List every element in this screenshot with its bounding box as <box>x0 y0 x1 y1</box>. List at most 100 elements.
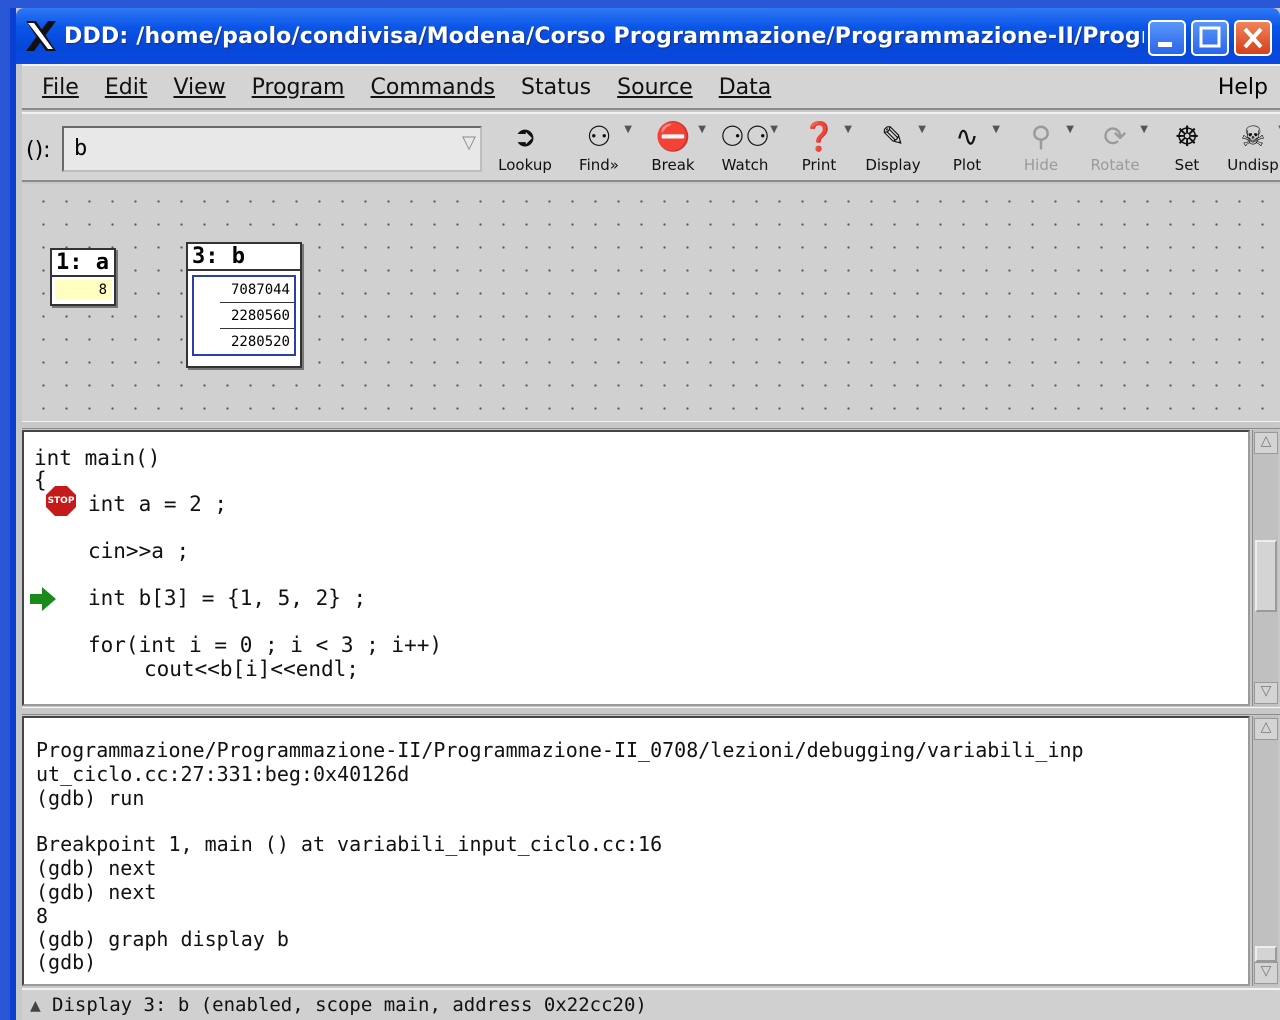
scroll-thumb[interactable] <box>1255 946 1277 962</box>
array-cell[interactable]: 7087044 <box>220 277 294 303</box>
minimize-button[interactable] <box>1148 20 1186 56</box>
set-label: Set <box>1174 156 1200 174</box>
console-scrollbar[interactable]: △ ▽ <box>1252 716 1278 986</box>
undisp-button[interactable]: ☠ Undisp ▼ <box>1218 118 1280 180</box>
status-text: Display 3: b (enabled, scope main, addre… <box>52 994 647 1016</box>
watch-menu-arrow-icon: ▼ <box>770 124 778 135</box>
close-button[interactable] <box>1234 20 1272 56</box>
find-button[interactable]: ⚇ Find» ▼ <box>564 118 634 180</box>
break-label: Break <box>651 156 695 174</box>
title-bar[interactable]: DDD: /home/paolo/condivisa/Modena/Corso … <box>16 8 1280 64</box>
display-button[interactable]: ✎ Display ▼ <box>858 118 928 180</box>
break-menu-arrow-icon: ▼ <box>698 124 706 135</box>
argument-field[interactable]: b <box>62 126 482 172</box>
console-line: (gdb) next <box>36 856 157 880</box>
display-label: Display <box>865 156 921 174</box>
console-line: ut_ciclo.cc:27:331:beg:0x40126d <box>36 762 410 786</box>
plot-menu-arrow-icon: ▼ <box>992 124 1000 135</box>
status-bar: ▲ Display 3: b (enabled, scope main, add… <box>22 988 1280 1020</box>
console-line: (gdb) next <box>36 880 157 904</box>
minimize-icon <box>1158 42 1172 47</box>
set-button[interactable]: ☸ Set <box>1152 118 1222 180</box>
source-line: int b[3] = {1, 5, 2} ; <box>88 586 367 610</box>
menu-source[interactable]: Source <box>617 75 693 100</box>
scroll-up-icon[interactable]: △ <box>1254 718 1278 740</box>
scroll-up-icon[interactable]: △ <box>1254 432 1278 454</box>
menu-program[interactable]: Program <box>252 75 345 100</box>
gdb-console[interactable]: Programmazione/Programmazione-II/Program… <box>22 716 1250 986</box>
menu-program-label: Program <box>251 74 345 100</box>
rotate-menu-arrow-icon: ▼ <box>1140 124 1148 135</box>
watch-label: Watch <box>721 156 769 174</box>
print-button[interactable]: ❓ Print ▼ <box>784 118 854 180</box>
console-line: 8 <box>36 904 49 928</box>
print-menu-arrow-icon: ▼ <box>844 124 852 135</box>
array-cell[interactable]: 2280520 <box>220 329 294 354</box>
source-line: { <box>34 468 47 492</box>
display-b[interactable]: 3: b 7087044 2280560 2280520 <box>186 242 302 368</box>
pane-sash-bottom[interactable] <box>22 707 1280 715</box>
source-line: int a = 2 ; <box>88 492 228 516</box>
menu-file[interactable]: File <box>42 75 79 100</box>
argument-label: (): <box>26 138 51 163</box>
toolbar: (): b ▽ ➲ Lookup ⚇ Find» ▼ ⛔ Break ▼ ⚆⚆ … <box>22 112 1280 182</box>
console-line: Breakpoint 1, main () at variabili_input… <box>36 832 663 856</box>
data-display-area[interactable]: 1: a 8 3: b 7087044 2280560 2280520 <box>22 184 1280 422</box>
plot-button[interactable]: ∿ Plot ▼ <box>932 118 1002 180</box>
menu-view-label: View <box>173 74 226 100</box>
menu-help[interactable]: Help <box>1218 75 1268 100</box>
menu-status[interactable]: Status <box>521 75 591 100</box>
lookup-button[interactable]: ➲ Lookup <box>490 118 560 180</box>
menu-source-label: Source <box>617 74 693 100</box>
maximize-icon <box>1199 26 1221 48</box>
display-b-header: 3: b <box>188 244 300 271</box>
print-label: Print <box>801 156 837 174</box>
menu-status-label: Status <box>521 74 592 100</box>
argument-dropdown-icon[interactable]: ▽ <box>458 132 480 166</box>
scroll-down-icon[interactable]: ▽ <box>1254 962 1278 984</box>
lookup-icon: ➲ <box>513 120 537 153</box>
close-icon <box>1243 27 1263 49</box>
hide-label: Hide <box>1023 156 1059 174</box>
maximize-button[interactable] <box>1191 20 1229 56</box>
source-line: cout<<b[i]<<endl; <box>144 657 359 681</box>
console-prompt[interactable]: (gdb) <box>36 950 96 974</box>
hide-button[interactable]: ⚲ Hide ▼ <box>1006 118 1076 180</box>
array-cell[interactable]: 2280560 <box>220 303 294 329</box>
undisp-label: Undisp <box>1227 156 1279 174</box>
menu-commands[interactable]: Commands <box>370 75 495 100</box>
lookup-label: Lookup <box>498 156 552 174</box>
menu-commands-label: Commands <box>370 74 496 100</box>
window-title: DDD: /home/paolo/condivisa/Modena/Corso … <box>64 23 1144 49</box>
console-line: (gdb) graph display b <box>36 927 289 951</box>
menu-help-label: Help <box>1217 74 1268 100</box>
display-a-value[interactable]: 8 <box>55 280 111 300</box>
scroll-thumb[interactable] <box>1255 540 1277 612</box>
menu-data[interactable]: Data <box>719 75 772 100</box>
source-line: for(int i = 0 ; i < 3 ; i++) <box>88 633 443 657</box>
find-label: Find» <box>579 156 619 174</box>
console-line: (gdb) run <box>36 786 145 810</box>
find-menu-arrow-icon: ▼ <box>624 124 632 135</box>
undisp-icon: ☠ <box>1240 120 1266 153</box>
scroll-down-icon[interactable]: ▽ <box>1254 682 1278 704</box>
source-window[interactable]: int main() { STOP int a = 2 ; cin>>a ; i… <box>22 430 1250 706</box>
display-a[interactable]: 1: a 8 <box>50 248 116 306</box>
menu-edit-label: Edit <box>104 74 148 100</box>
status-history-icon[interactable]: ▲ <box>30 998 41 1014</box>
ddd-window: DDD: /home/paolo/condivisa/Modena/Corso … <box>10 8 1280 1020</box>
menu-bar: File Edit View Program Commands Status S… <box>22 64 1280 110</box>
menu-view[interactable]: View <box>173 75 225 100</box>
display-a-header: 1: a <box>52 250 114 277</box>
source-scrollbar[interactable]: △ ▽ <box>1252 430 1278 706</box>
rotate-button[interactable]: ⟳ Rotate ▼ <box>1080 118 1150 180</box>
execution-arrow-icon[interactable] <box>28 586 58 612</box>
watch-button[interactable]: ⚆⚆ Watch ▼ <box>710 118 780 180</box>
break-button[interactable]: ⛔ Break ▼ <box>638 118 708 180</box>
set-icon: ☸ <box>1174 120 1200 153</box>
breakpoint-stop-icon[interactable]: STOP <box>46 486 76 516</box>
pane-sash-top[interactable] <box>22 421 1280 429</box>
menu-edit[interactable]: Edit <box>105 75 148 100</box>
source-line: cin>>a ; <box>88 539 190 563</box>
menu-file-label: File <box>42 74 79 100</box>
